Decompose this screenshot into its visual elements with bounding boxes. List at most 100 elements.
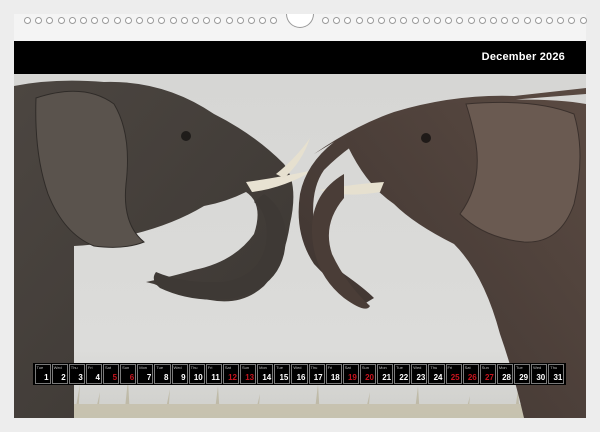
weekday-label: Sun [122, 365, 130, 370]
binding-hole [35, 17, 43, 24]
binding-hole [158, 17, 166, 24]
binding-hole [568, 17, 576, 24]
day-number: 11 [211, 373, 220, 382]
weekday-label: Tue [396, 365, 403, 370]
day-cell: Wed 2 [51, 364, 68, 384]
binding-hole [512, 17, 520, 24]
weekday-label: Fri [447, 365, 453, 370]
binding-hole [225, 17, 233, 24]
spiral-binding [14, 14, 587, 28]
binding-hole [456, 17, 464, 24]
day-number: 26 [467, 373, 477, 382]
day-cell: Mon 28 [496, 364, 513, 384]
day-number: 19 [347, 373, 357, 382]
weekday-label: Tue [516, 365, 523, 370]
day-number: 2 [61, 373, 66, 382]
binding-hole [270, 17, 278, 24]
binding-hole [46, 17, 54, 24]
day-cell: Mon 14 [257, 364, 274, 384]
day-cell: Tue 29 [514, 364, 531, 384]
day-cell: Sat 19 [342, 364, 359, 384]
day-cell: Wed 16 [291, 364, 308, 384]
day-number: 15 [279, 373, 289, 382]
day-number: 9 [181, 373, 186, 382]
binding-hole [445, 17, 453, 24]
day-strip: Tue 1 Wed 2 Thu 3 Fri 4 Sat 5 Sun 6 Mon 7 Tue 8 Wed 9 Thu 1… [33, 363, 566, 385]
binding-hole [411, 17, 419, 24]
day-number: 29 [519, 373, 529, 382]
day-cell: Sat 26 [462, 364, 479, 384]
binding-hole [523, 17, 531, 24]
hanger-notch [286, 14, 314, 28]
binding-hole [378, 17, 385, 24]
day-number: 25 [450, 373, 460, 382]
weekday-label: Wed [413, 365, 422, 370]
binding-hole [478, 17, 486, 24]
day-cell: Wed 30 [531, 364, 548, 384]
binding-hole [557, 17, 565, 24]
day-cell: Wed 23 [411, 364, 428, 384]
weekday-label: Wed [533, 365, 542, 370]
day-cell: Wed 9 [171, 364, 188, 384]
binding-hole [236, 17, 244, 24]
weekday-label: Tue [156, 365, 164, 370]
binding-hole [192, 17, 199, 24]
day-number: 24 [433, 373, 443, 382]
weekday-label: Sun [361, 365, 369, 370]
binding-hole [169, 17, 177, 24]
day-number: 5 [112, 373, 118, 382]
weekday-label: Tue [36, 365, 44, 370]
binding-hole [389, 17, 397, 24]
binding-hole [490, 17, 497, 24]
day-number: 30 [536, 373, 546, 382]
day-cell: Thu 3 [68, 364, 85, 384]
binding-hole [422, 17, 430, 24]
weekday-label: Sun [242, 365, 250, 370]
binding-hole [80, 17, 87, 24]
weekday-label: Mon [379, 365, 387, 370]
weekday-label: Thu [430, 365, 438, 370]
binding-hole [546, 17, 553, 24]
binding-hole [322, 17, 329, 24]
day-cell: Fri 25 [445, 364, 462, 384]
weekday-label: Tue [276, 365, 283, 370]
binding-hole [333, 17, 341, 24]
day-cell: Tue 8 [154, 364, 171, 384]
day-number: 1 [44, 373, 49, 382]
weekday-label: Fri [207, 365, 213, 370]
day-cell: Fri 4 [85, 364, 102, 384]
weekday-label: Sat [224, 365, 231, 370]
binding-hole [91, 17, 99, 24]
day-number: 14 [262, 373, 272, 382]
binding-hole [214, 17, 222, 24]
binding-hole [400, 17, 408, 24]
day-cell: Sun 13 [240, 364, 257, 384]
weekday-label: Sun [481, 365, 489, 370]
binding-hole [136, 17, 143, 24]
day-number: 27 [484, 373, 494, 382]
day-cell: Thu 24 [428, 364, 445, 384]
day-number: 6 [129, 373, 135, 382]
day-cell: Thu 31 [548, 364, 565, 384]
weekday-label: Thu [550, 365, 558, 370]
day-cell: Mon 7 [137, 364, 154, 384]
binding-hole [24, 17, 31, 24]
day-number: 20 [365, 373, 374, 382]
binding-hole [366, 17, 374, 24]
weekday-label: Wed [53, 365, 62, 370]
weekday-label: Thu [70, 365, 78, 370]
weekday-label: Thu [310, 365, 318, 370]
binding-hole [579, 17, 587, 24]
binding-hole [147, 17, 155, 24]
weekday-label: Fri [327, 365, 333, 370]
day-cell: Sun 27 [479, 364, 496, 384]
weekday-label: Fri [87, 365, 93, 370]
binding-hole [113, 17, 121, 24]
day-cell: Fri 18 [325, 364, 342, 384]
binding-hole [501, 17, 509, 24]
day-cell: Sat 12 [222, 364, 239, 384]
month-header: December 2026 [14, 41, 586, 74]
weekday-label: Sat [464, 365, 471, 370]
day-cell: Thu 17 [308, 364, 325, 384]
binding-hole [124, 17, 132, 24]
